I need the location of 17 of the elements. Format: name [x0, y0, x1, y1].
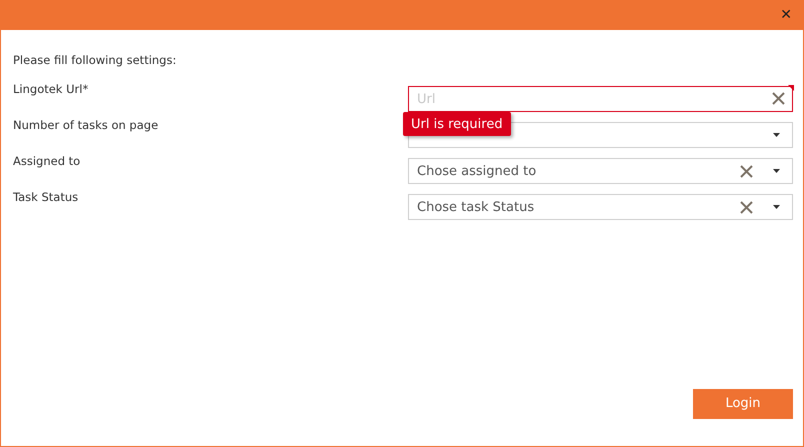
- select-field[interactable]: Chose task Status: [408, 194, 793, 220]
- caret-icon[interactable]: [773, 133, 780, 138]
- clear-icon[interactable]: [740, 164, 753, 178]
- select-field[interactable]: Chose assigned to: [408, 158, 793, 184]
- clear-icon[interactable]: [772, 92, 785, 106]
- field-label: Lingotek Url*: [13, 81, 90, 98]
- caret-icon[interactable]: [773, 205, 780, 210]
- field-label: Task Status: [13, 189, 80, 206]
- error-tooltip: Url is required: [403, 112, 511, 136]
- select-placeholder: Chose assigned to: [417, 162, 538, 180]
- select-placeholder: Chose task Status: [417, 198, 536, 216]
- field-label: Assigned to: [13, 153, 82, 170]
- clear-icon[interactable]: [740, 200, 753, 214]
- caret-icon[interactable]: [773, 169, 780, 174]
- close-button[interactable]: ✕: [780, 8, 792, 22]
- intro-text: Please fill following settings:: [13, 52, 178, 69]
- field-label: Number of tasks on page: [13, 117, 160, 134]
